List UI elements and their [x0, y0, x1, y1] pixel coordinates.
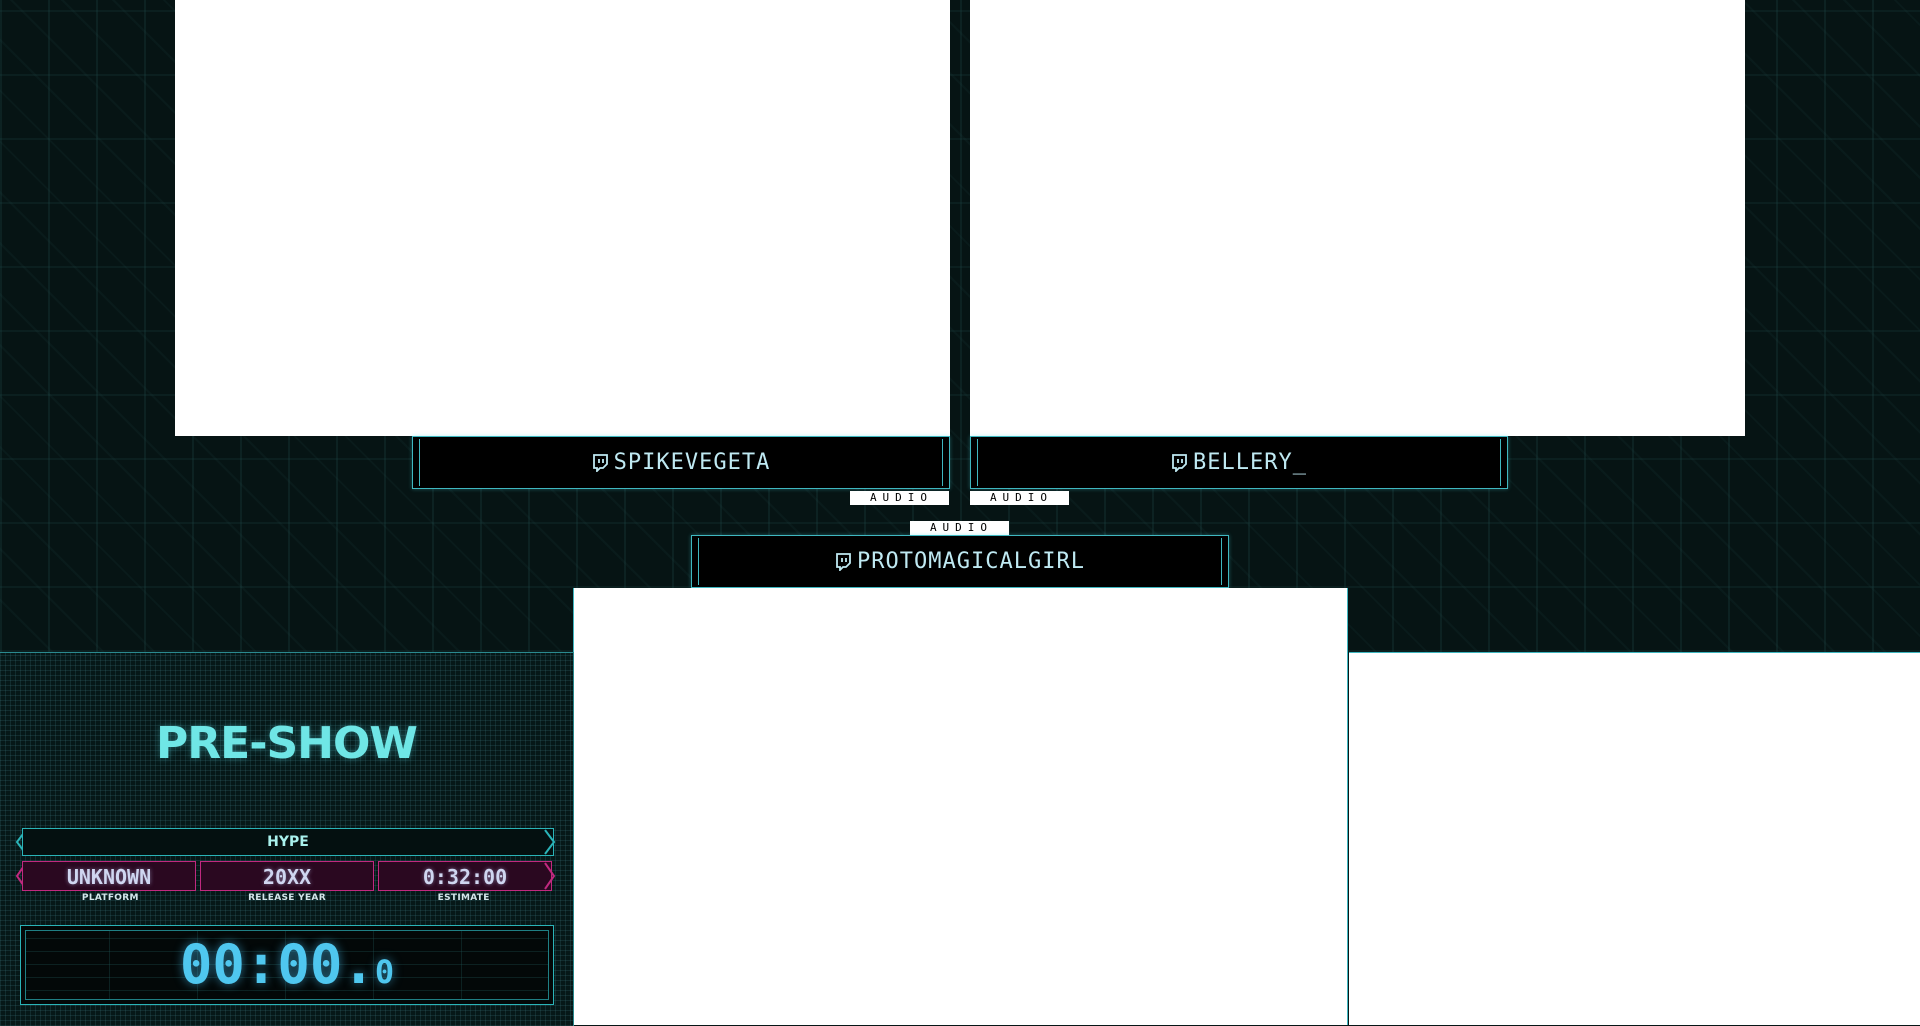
runner-name-1: SPIKEVEGETA: [613, 450, 771, 475]
audio-indicator-1: AUDIO: [850, 491, 949, 505]
timer-box: 00:00.0: [20, 925, 554, 1005]
platform-label: PLATFORM: [81, 893, 139, 903]
run-timer: 00:00.0: [21, 926, 553, 1004]
runner-name-3: PROTOMAGICALGIRL: [857, 549, 1085, 574]
platform-value: UNKNOWN: [22, 861, 196, 891]
audio-indicator-3: AUDIO: [910, 521, 1009, 535]
run-info-panel: PRE-SHOW HYPE UNKNOWN 20XX 0:32:00 PLATF…: [0, 652, 574, 1026]
game-feed-right: [970, 0, 1745, 436]
timer-tenths: 0: [374, 953, 395, 991]
audio-indicator-2: AUDIO: [970, 491, 1069, 505]
game-feed-bottom: [573, 588, 1348, 1025]
stat-labels: PLATFORM RELEASE YEAR ESTIMATE: [22, 893, 552, 903]
runner-namebar-2: BELLERY_: [970, 436, 1508, 489]
estimate-value: 0:32:00: [378, 861, 552, 891]
release-year-value: 20XX: [200, 861, 374, 891]
timer-main: 00:00.: [179, 933, 375, 996]
chevron-right-icon: [544, 829, 556, 855]
game-feed-left: [175, 0, 950, 436]
hype-bar: HYPE: [22, 828, 554, 856]
twitch-icon: [592, 453, 608, 472]
twitch-icon: [836, 552, 851, 571]
runner-namebar-3: PROTOMAGICALGIRL: [691, 535, 1229, 588]
camera-area: [1349, 652, 1920, 1025]
twitch-icon: [1172, 453, 1187, 472]
chevron-right-icon: [544, 862, 556, 890]
game-title: PRE-SHOW: [156, 718, 418, 769]
release-year-label: RELEASE YEAR: [248, 893, 326, 903]
runner-name-2: BELLERY_: [1193, 450, 1307, 475]
estimate-label: ESTIMATE: [437, 893, 490, 903]
stat-row: UNKNOWN 20XX 0:32:00: [22, 861, 552, 891]
runner-namebar-1: SPIKEVEGETA: [412, 436, 950, 489]
